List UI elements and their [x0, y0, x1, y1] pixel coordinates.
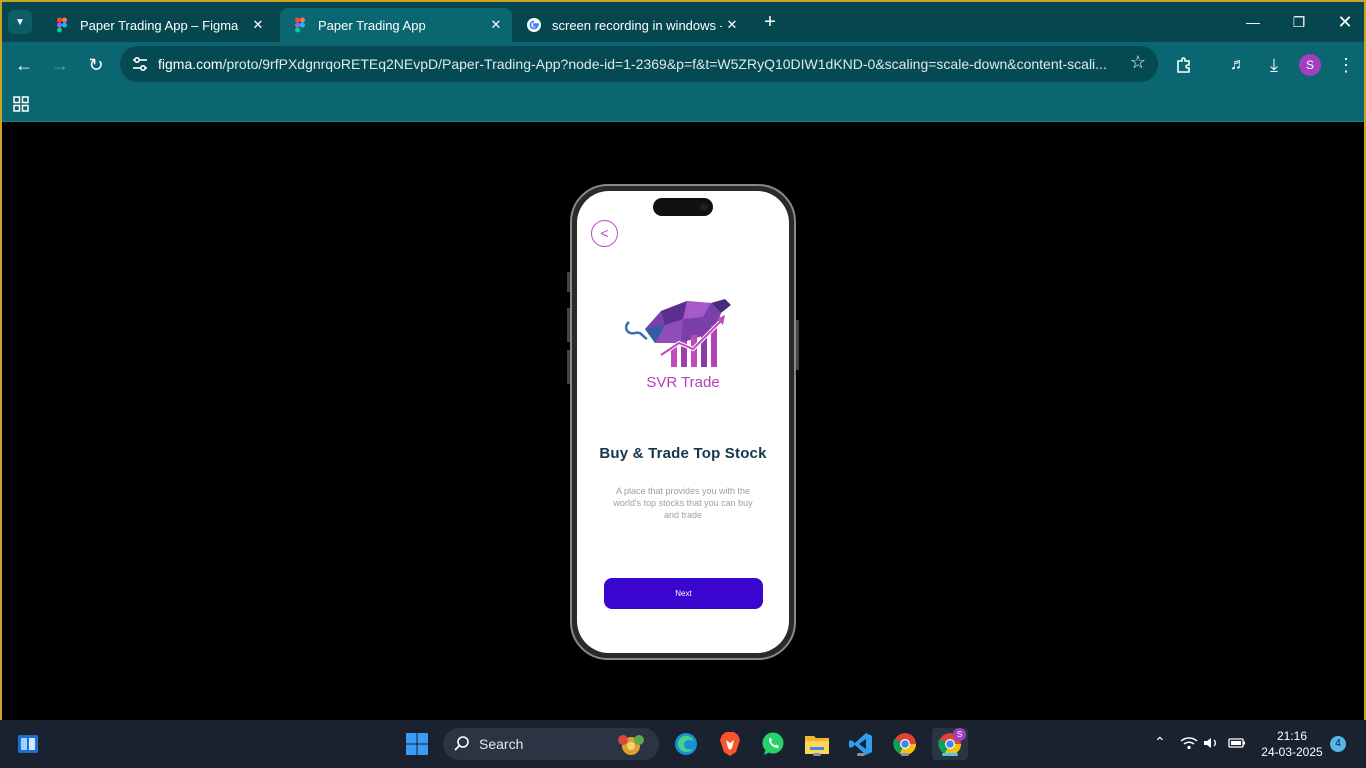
tab-paper-trading-app[interactable]: Paper Trading App ✕ — [280, 8, 512, 42]
widgets-icon[interactable] — [12, 728, 44, 760]
app-screen: < SVR Trade Buy & Trade Top Stock A plac… — [577, 191, 789, 653]
clock-time: 21:16 — [1276, 729, 1308, 743]
bookmark-star-icon[interactable]: ☆ — [1130, 52, 1146, 73]
bull-chart-logo — [624, 299, 731, 367]
search-icon — [454, 736, 469, 751]
running-indicator — [942, 753, 958, 756]
profile-badge: S — [953, 728, 966, 741]
close-tab-icon[interactable]: ✕ — [722, 17, 742, 33]
grid-apps-icon[interactable] — [12, 95, 30, 113]
prototype-canvas: < SVR Trade Buy & Trade Top Stock A plac… — [2, 122, 1364, 720]
tab-title: screen recording in windows - G — [552, 17, 722, 33]
vscode-icon[interactable] — [845, 728, 877, 760]
site-info-icon[interactable] — [130, 54, 150, 74]
running-indicator — [857, 753, 865, 756]
figma-prototype-bar — [2, 88, 1364, 122]
volume-icon[interactable] — [1203, 736, 1219, 750]
onboarding-headline: Buy & Trade Top Stock — [599, 445, 767, 462]
phone-side-button — [796, 320, 799, 370]
next-button[interactable]: Next — [604, 578, 763, 609]
start-button[interactable] — [401, 728, 433, 760]
phone-frame: < SVR Trade Buy & Trade Top Stock A plac… — [567, 184, 799, 660]
tab-title: Paper Trading App — [318, 17, 426, 33]
tab-figma-editor[interactable]: Paper Trading App – Figma ✕ — [42, 8, 274, 42]
taskbar-search[interactable]: Search — [443, 728, 659, 760]
back-button[interactable]: < — [591, 220, 618, 247]
back-button[interactable]: ← — [10, 51, 38, 79]
new-tab-button[interactable]: + — [758, 10, 782, 34]
restore-button[interactable]: ❐ — [1284, 10, 1314, 34]
tab-title: Paper Trading App – Figma — [80, 17, 239, 33]
forward-button[interactable]: → — [46, 51, 74, 79]
reload-button[interactable]: ↻ — [82, 51, 110, 79]
chrome-icon[interactable] — [889, 728, 921, 760]
profile-avatar[interactable]: S — [1299, 54, 1321, 76]
edge-icon[interactable] — [670, 728, 702, 760]
url-path: /proto/9rfPXdgnrqoRETEq2NEvpD/Paper-Trad… — [222, 56, 1107, 72]
google-icon — [527, 18, 541, 32]
show-hidden-icons-chevron-icon[interactable]: ⌃ — [1154, 734, 1166, 751]
tab-strip: ▼ Paper Trading App – Figma ✕ Paper Trad… — [2, 2, 1364, 42]
url-text[interactable]: figma.com/proto/9rfPXdgnrqoRETEq2NEvpD/P… — [158, 56, 1118, 72]
search-highlight-icon — [618, 735, 644, 755]
phone-side-button — [567, 308, 570, 342]
extensions-icon[interactable] — [1170, 51, 1198, 79]
file-explorer-icon[interactable] — [801, 728, 833, 760]
figma-icon — [295, 17, 305, 33]
url-domain: figma.com — [158, 56, 223, 72]
tab-google-search[interactable]: screen recording in windows - G ✕ — [514, 8, 748, 42]
onboarding-description: A place that provides you with the world… — [613, 486, 753, 520]
downloads-icon[interactable]: ⤓ — [1260, 51, 1288, 79]
notification-badge[interactable]: 4 — [1330, 736, 1346, 752]
whatsapp-icon[interactable] — [757, 728, 789, 760]
phone-side-button — [567, 350, 570, 384]
close-window-button[interactable]: ✕ — [1330, 10, 1360, 34]
close-tab-icon[interactable]: ✕ — [486, 17, 506, 33]
media-controls-icon[interactable]: ♬ — [1224, 51, 1252, 79]
dynamic-island — [653, 198, 713, 216]
browser-window: ▼ Paper Trading App – Figma ✕ Paper Trad… — [0, 0, 1366, 720]
brand-name: SVR Trade — [646, 374, 720, 391]
running-indicator — [901, 753, 909, 756]
wifi-icon[interactable] — [1180, 736, 1198, 750]
tab-search-button[interactable]: ▼ — [8, 10, 32, 34]
brave-icon[interactable] — [714, 728, 746, 760]
figma-icon — [57, 17, 67, 33]
address-bar[interactable]: figma.com/proto/9rfPXdgnrqoRETEq2NEvpD/P… — [120, 46, 1158, 82]
phone-side-button — [567, 272, 570, 292]
minimize-button[interactable]: — — [1238, 10, 1268, 34]
battery-icon[interactable] — [1228, 736, 1246, 750]
search-label: Search — [479, 736, 524, 752]
menu-kebab-icon[interactable]: ⋮ — [1332, 51, 1360, 79]
clock-date: 24-03-2025 — [1261, 745, 1323, 759]
windows-taskbar: Search S ⌃ 21:16 24-03-2025 4 — [0, 720, 1366, 768]
system-clock[interactable]: 21:16 24-03-2025 — [1254, 728, 1330, 760]
running-indicator — [813, 753, 821, 756]
chrome-profile-icon[interactable]: S — [932, 728, 968, 760]
browser-toolbar: ← → ↻ figma.com/proto/9rfPXdgnrqoRETEq2N… — [2, 42, 1364, 88]
close-tab-icon[interactable]: ✕ — [248, 17, 268, 33]
